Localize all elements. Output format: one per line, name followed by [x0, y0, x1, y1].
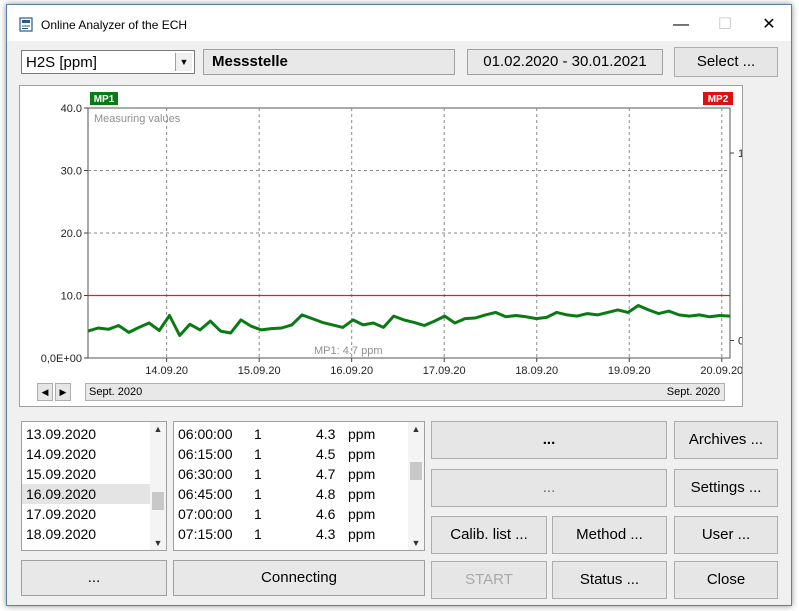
x-tick-label: 16.09.20: [330, 365, 373, 377]
window-title: Online Analyzer of the ECH: [41, 18, 188, 32]
month-label-right: Sept. 2020: [666, 386, 720, 398]
location-field: Messstelle: [203, 49, 455, 75]
prev-period-button[interactable]: ◀: [37, 383, 53, 401]
readings-list[interactable]: 06:00:00 1 4.3 ppm 06:15:00 1 4.5 ppm 06:30:00…: [173, 421, 425, 551]
chart-panel: 40.0 30.0 20.0 10.0 0,0E+00 10.0 0,0E+00 14.0…: [19, 85, 743, 407]
method-button[interactable]: Method ...: [552, 516, 667, 554]
list-item[interactable]: 15.09.2020: [26, 464, 96, 484]
x-tick-label: 19.09.20: [608, 365, 651, 377]
list-item[interactable]: 14.09.2020: [26, 444, 96, 464]
y-left-tick-label: 10.0: [61, 291, 82, 303]
select-button[interactable]: Select ...: [674, 47, 778, 77]
secondary-action-button[interactable]: ...: [431, 469, 667, 507]
maximize-button: ☐: [717, 16, 733, 33]
month-label-left: Sept. 2020: [89, 386, 143, 398]
app-icon: [19, 17, 33, 32]
user-button[interactable]: User ...: [674, 516, 778, 554]
scroll-down-icon[interactable]: ▼: [150, 538, 166, 548]
status-left-field: ...: [21, 560, 167, 596]
y-left-tick-label: 20.0: [61, 228, 82, 240]
primary-action-button[interactable]: ...: [431, 421, 667, 459]
settings-button[interactable]: Settings ...: [674, 469, 778, 507]
x-tick-label: 15.09.20: [238, 365, 281, 377]
y-right-tick-label: 10.0: [738, 148, 742, 160]
date-list-scrollbar[interactable]: ▲ ▼: [150, 422, 166, 550]
scroll-up-icon[interactable]: ▲: [408, 424, 424, 434]
minimize-button[interactable]: —: [661, 11, 701, 39]
title-bar: Online Analyzer of the ECH — ☐ ✕: [7, 5, 791, 41]
start-button[interactable]: START: [431, 561, 547, 599]
x-tick-label: 14.09.20: [145, 365, 188, 377]
scroll-thumb[interactable]: [410, 462, 422, 480]
list-item[interactable]: 18.09.2020: [26, 524, 96, 544]
y-left-tick-label: 0,0E+00: [41, 353, 82, 365]
app-window: Online Analyzer of the ECH — ☐ ✕ H2S [pp…: [6, 4, 792, 606]
chart-inner-label: Measuring values: [94, 113, 181, 125]
list-item[interactable]: 17.09.2020: [26, 504, 96, 524]
readings-list-scrollbar[interactable]: ▲ ▼: [408, 422, 424, 550]
parameter-select[interactable]: H2S [ppm] ▼: [21, 50, 195, 74]
scroll-up-icon[interactable]: ▲: [150, 424, 166, 434]
month-bar: Sept. 2020 Sept. 2020: [85, 383, 725, 401]
scroll-down-icon[interactable]: ▼: [408, 538, 424, 548]
next-period-button[interactable]: ▶: [55, 383, 71, 401]
date-list[interactable]: 13.09.2020 14.09.2020 15.09.2020 16.09.2…: [21, 421, 167, 551]
cursor-readout: MP1: 4.7 ppm: [314, 345, 382, 357]
parameter-select-value: H2S [ppm]: [26, 54, 97, 71]
close-button[interactable]: Close: [674, 561, 778, 599]
y-left-tick-label: 30.0: [61, 166, 82, 178]
x-tick-label: 20.09.20: [700, 365, 742, 377]
close-window-button[interactable]: ✕: [749, 11, 789, 39]
archives-button[interactable]: Archives ...: [674, 421, 778, 459]
y-right-tick-label: 0,0E+00: [738, 336, 742, 348]
x-tick-label: 17.09.20: [423, 365, 466, 377]
y-left-tick-label: 40.0: [61, 103, 82, 115]
connection-status: Connecting: [173, 560, 425, 596]
list-item[interactable]: 13.09.2020: [26, 424, 96, 444]
scroll-thumb[interactable]: [152, 492, 164, 510]
x-tick-label: 18.09.20: [515, 365, 558, 377]
list-item-selected[interactable]: 16.09.2020: [22, 484, 152, 504]
date-range-field: 01.02.2020 - 30.01.2021: [467, 49, 663, 75]
measurement-chart[interactable]: 40.0 30.0 20.0 10.0 0,0E+00 10.0 0,0E+00 14.0…: [20, 86, 742, 406]
chevron-down-icon[interactable]: ▼: [175, 53, 192, 71]
mp1-marker-label: MP1: [94, 94, 115, 105]
calib-list-button[interactable]: Calib. list ...: [431, 516, 547, 554]
status-button[interactable]: Status ...: [552, 561, 667, 599]
mp2-marker-label: MP2: [708, 94, 729, 105]
